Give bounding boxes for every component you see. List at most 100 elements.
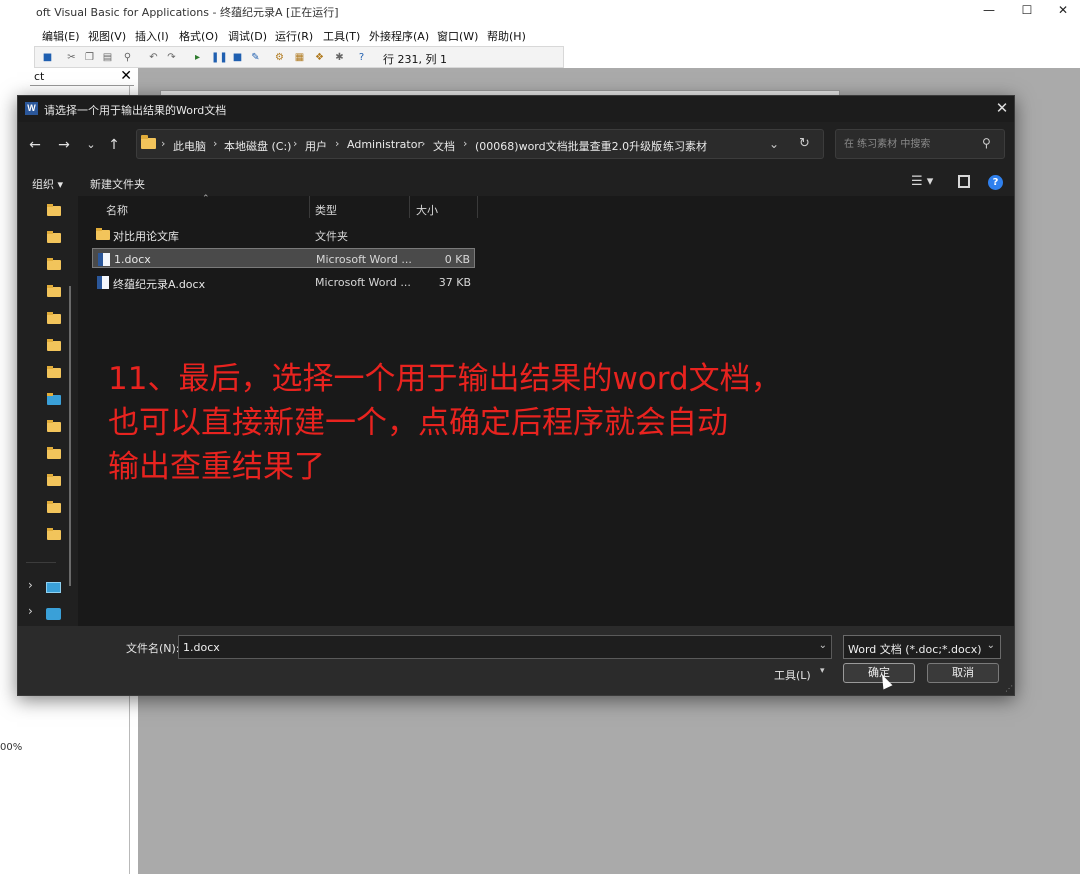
vba-titlebar: oft Visual Basic for Applications - 终蕴纪元… — [0, 0, 1080, 22]
network-icon[interactable] — [46, 608, 61, 620]
copy-icon[interactable]: ❐ — [83, 51, 96, 64]
breadcrumb-separator-icon: › — [463, 137, 468, 150]
redo-icon[interactable]: ↷ — [165, 51, 178, 64]
chevron-down-icon[interactable]: ⌄ — [819, 640, 827, 651]
nav-folder-icon[interactable] — [47, 366, 61, 378]
refresh-icon[interactable]: ↻ — [799, 136, 810, 151]
breadcrumb-administrator[interactable]: Administrator — [347, 138, 422, 151]
file-row[interactable]: 终蕴纪元录A.docx Microsoft Word ... 37 KB — [92, 272, 475, 292]
column-header-size[interactable]: 大小 — [416, 202, 438, 218]
address-bar[interactable]: › 此电脑 › 本地磁盘 (C:) › 用户 › Administrator ›… — [136, 129, 824, 159]
close-icon[interactable]: ✕ — [120, 68, 132, 85]
view-options-icon[interactable]: ☰ ▾ — [911, 174, 933, 189]
object-browser-icon[interactable]: ❖ — [313, 51, 326, 64]
resize-grip-icon[interactable]: ⋰ — [1005, 684, 1013, 693]
toolbox-icon[interactable]: ✱ — [333, 51, 346, 64]
column-separator[interactable] — [477, 196, 478, 218]
help-icon[interactable]: ? — [988, 175, 1003, 190]
preview-pane-icon[interactable] — [958, 175, 970, 188]
tools-dropdown-icon[interactable]: ▾ — [820, 666, 825, 676]
stop-icon[interactable]: ■ — [231, 51, 244, 64]
filename-input[interactable] — [179, 636, 809, 658]
file-size: 0 KB — [444, 253, 470, 266]
breadcrumb-local-disk[interactable]: 本地磁盘 (C:) — [224, 138, 291, 154]
column-separator[interactable] — [309, 196, 310, 218]
menu-format[interactable]: 格式(O) — [179, 28, 218, 44]
nav-divider — [26, 562, 56, 563]
filename-label: 文件名(N): — [126, 642, 180, 655]
nav-folder-icon[interactable] — [47, 420, 61, 432]
project-explorer-icon[interactable]: ⚙ — [273, 51, 286, 64]
nav-folder-icon[interactable] — [47, 285, 61, 297]
nav-desktop-icon[interactable] — [47, 393, 61, 405]
save-icon[interactable]: ■ — [41, 51, 54, 64]
expand-chevron-icon[interactable]: › — [28, 604, 33, 618]
nav-folder-icon[interactable] — [47, 312, 61, 324]
nav-folder-icon[interactable] — [47, 447, 61, 459]
breadcrumb-this-pc[interactable]: 此电脑 — [173, 138, 206, 154]
menu-addins[interactable]: 外接程序(A) — [369, 28, 429, 44]
file-type: Microsoft Word ... — [315, 276, 411, 289]
tools-button[interactable]: 工具(L) — [774, 667, 811, 683]
nav-scrollbar[interactable] — [69, 286, 71, 586]
nav-folder-icon[interactable] — [47, 501, 61, 513]
file-row-selected[interactable]: 1.docx Microsoft Word ... 0 KB — [92, 248, 475, 268]
column-header-type[interactable]: 类型 — [315, 202, 337, 218]
back-arrow-icon[interactable]: ← — [26, 136, 44, 154]
this-pc-icon[interactable] — [46, 582, 61, 593]
annotation-line: 11、最后，选择一个用于输出结果的word文档， — [108, 361, 782, 397]
paste-icon[interactable]: ▤ — [101, 51, 114, 64]
column-separator[interactable] — [409, 196, 410, 218]
undo-icon[interactable]: ↶ — [147, 51, 160, 64]
nav-folder-icon[interactable] — [47, 204, 61, 216]
command-bar: 组织 ▾ 新建文件夹 ☰ ▾ ? — [18, 170, 1014, 196]
address-dropdown-chevron-icon[interactable]: ⌄ — [769, 137, 779, 151]
properties-icon[interactable]: ▦ — [293, 51, 306, 64]
menu-window[interactable]: 窗口(W) — [437, 28, 478, 44]
nav-folder-icon[interactable] — [47, 474, 61, 486]
up-arrow-icon[interactable]: ↑ — [105, 136, 123, 154]
file-row[interactable]: 对比用论文库 文件夹 — [92, 224, 475, 244]
breadcrumb-documents[interactable]: 文档 — [433, 138, 455, 154]
design-mode-icon[interactable]: ✎ — [249, 51, 262, 64]
nav-folder-icon[interactable] — [47, 231, 61, 243]
dialog-close-button[interactable]: ✕ — [992, 99, 1012, 119]
filename-combobox[interactable]: ⌄ — [178, 635, 832, 659]
file-name: 终蕴纪元录A.docx — [113, 278, 206, 291]
search-icon[interactable]: ⚲ — [982, 136, 991, 150]
menu-run[interactable]: 运行(R) — [275, 28, 313, 44]
cancel-button[interactable]: 取消 — [927, 663, 999, 683]
nav-folder-icon[interactable] — [47, 258, 61, 270]
menu-view[interactable]: 视图(V) — [88, 28, 126, 44]
recent-locations-chevron-icon[interactable]: ⌄ — [82, 136, 100, 154]
chevron-down-icon[interactable]: ⌄ — [987, 640, 995, 651]
column-header-name[interactable]: 名称 — [106, 202, 128, 218]
search-input[interactable] — [836, 130, 976, 158]
organize-button[interactable]: 组织 ▾ — [32, 176, 63, 192]
nav-folder-icon[interactable] — [47, 339, 61, 351]
filetype-select[interactable]: Word 文档 (*.doc;*.docx) ⌄ — [843, 635, 1001, 659]
breadcrumb-separator-icon: › — [293, 137, 298, 150]
menu-help[interactable]: 帮助(H) — [487, 28, 526, 44]
menu-debug[interactable]: 调试(D) — [228, 28, 267, 44]
run-icon[interactable]: ▸ — [191, 51, 204, 64]
cut-icon[interactable]: ✂ — [65, 51, 78, 64]
breadcrumb-project-folder[interactable]: (00068)word文档批量查重2.0升级版 — [475, 138, 662, 154]
breadcrumb-separator-icon: › — [213, 137, 218, 150]
forward-arrow-icon[interactable]: → — [55, 136, 73, 154]
close-window-button[interactable]: ✕ — [1040, 0, 1080, 22]
help-icon[interactable]: ? — [355, 51, 368, 64]
menu-tools[interactable]: 工具(T) — [323, 28, 360, 44]
pause-icon[interactable]: ❚❚ — [211, 51, 228, 64]
new-folder-button[interactable]: 新建文件夹 — [90, 176, 145, 192]
search-box[interactable]: ⚲ — [835, 129, 1005, 159]
find-icon[interactable]: ⚲ — [121, 51, 134, 64]
breadcrumb-users[interactable]: 用户 — [305, 138, 327, 154]
breadcrumb-practice-materials[interactable]: 练习素材 — [663, 138, 707, 154]
nav-folder-icon[interactable] — [47, 528, 61, 540]
menu-insert[interactable]: 插入(I) — [135, 28, 169, 44]
menu-edit[interactable]: 编辑(E) — [42, 28, 80, 44]
dialog-navbar: ← → ⌄ ↑ › 此电脑 › 本地磁盘 (C:) › 用户 › Adminis… — [18, 124, 1014, 166]
expand-chevron-icon[interactable]: › — [28, 578, 33, 592]
file-name: 1.docx — [114, 253, 151, 266]
